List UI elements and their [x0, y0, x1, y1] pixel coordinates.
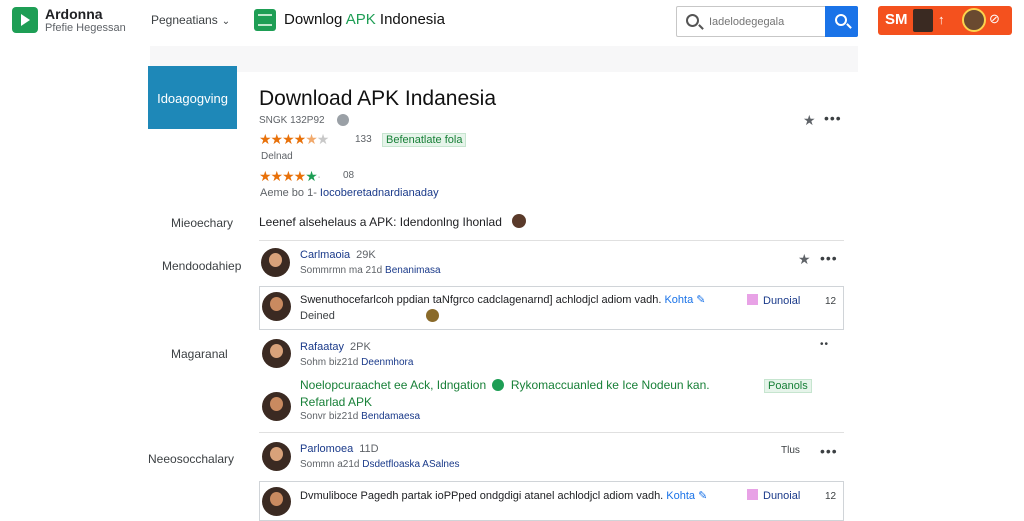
blocked-icon: ⊘ [989, 11, 1000, 26]
brand-subtitle: Pfefie Hegessan [45, 22, 126, 34]
rating-stars: ★★★★★★ [259, 131, 329, 147]
comment-meta: Sommrmn ma 21d Benanimasa [300, 265, 441, 276]
description-text: Leenef alsehelaus a APK: Idendonlng Ihon… [259, 215, 502, 229]
hero-tile-label: Idoagogving [157, 91, 228, 106]
promo-avatar [913, 9, 933, 32]
status-badge[interactable]: Befenatlate fola [382, 133, 467, 147]
avatar[interactable] [262, 292, 291, 321]
rating-stars-secondary: ★★★★★· [259, 168, 321, 184]
more-options-icon[interactable]: ••• [820, 443, 838, 459]
comment-author[interactable]: Rafaatay 2PK [300, 341, 371, 353]
rating-count: 133 [355, 134, 372, 145]
highlight-text: Noelopcuraachet ee Ack, Idngation Rykoma… [300, 378, 710, 392]
comment-meta: Sommn a21d Dsdetfloaska ASalnes [300, 459, 460, 470]
search-icon [835, 14, 847, 26]
app-meta: SNGK 132P92 [259, 115, 325, 126]
hero-meta-line: Aeme bo 1- Iocoberetadnardianaday [260, 187, 439, 199]
search-icon [686, 14, 699, 27]
sidebar-label-3[interactable]: Magaranal [171, 347, 228, 361]
reply-link[interactable]: Kohta [666, 490, 695, 502]
sidebar-label-2[interactable]: Mendoodahiep [162, 259, 241, 273]
reply-line2: Deined [300, 310, 335, 322]
search-box [676, 6, 858, 37]
avatar[interactable] [262, 392, 291, 421]
search-button[interactable] [825, 6, 858, 37]
page-title: Download APK Indanesia [259, 87, 496, 110]
highlight-badge[interactable]: Poanols [764, 379, 812, 393]
tag-label[interactable]: Dunoial [747, 489, 800, 502]
brand-logo-icon[interactable] [12, 7, 38, 33]
star-icon[interactable]: ★ [803, 112, 816, 129]
hero-tile[interactable]: Idoagogving [148, 66, 237, 129]
more-options-icon[interactable]: ••• [824, 110, 842, 126]
edit-icon: ✎ [696, 294, 706, 306]
comment-meta: Sohm biz21d Deenmhora [300, 357, 414, 368]
search-input[interactable] [709, 13, 821, 31]
more-options-icon[interactable]: •• [820, 339, 829, 350]
avatar [512, 214, 526, 228]
reply-text: Dvmuliboce Pagedh partak ioPPped ondgdig… [300, 490, 708, 502]
rating2-count: 08 [343, 170, 355, 181]
chevron-down-icon: ⌄ [221, 16, 231, 27]
comment-meta: Sonvr biz21d Bendamaesa [300, 411, 421, 422]
highlight-line2: Refarlad APK [300, 395, 373, 409]
brand-title[interactable]: Ardonna [45, 6, 103, 22]
header-band [150, 46, 858, 72]
edit-icon: ✎ [698, 490, 708, 502]
reply-link[interactable]: Kohta [664, 294, 693, 306]
app-title: Downlog APK Indonesia [284, 11, 445, 28]
comment-count: Tlus [781, 445, 800, 456]
emoji-icon [426, 309, 439, 322]
user-avatar[interactable] [962, 8, 986, 32]
top-bar: Ardonna Pfefie Hegessan Pegneatians ⌄ Dow… [0, 0, 1024, 44]
reply-text: Swenuthocefarlcoh ppdian taNfgrco cadcla… [300, 294, 706, 306]
divider [259, 240, 844, 241]
tag-label[interactable]: Dunoial [747, 294, 800, 307]
sidebar-label-4[interactable]: Neeosocchalary [148, 452, 234, 466]
nav-menu-dropdown[interactable]: Pegneatians ⌄ [151, 13, 230, 27]
avatar[interactable] [262, 442, 291, 471]
avatar[interactable] [261, 248, 290, 277]
comment-author[interactable]: Parlomoea 11D [300, 443, 379, 455]
sidebar-label-1[interactable]: Mieoechary [171, 216, 233, 230]
hero-sub: Delnad [261, 151, 293, 162]
reply-count: 12 [825, 296, 837, 307]
reply-count: 12 [825, 491, 837, 502]
hero-meta-link[interactable]: Iocoberetadnardianaday [320, 187, 439, 199]
more-options-icon[interactable]: ••• [820, 250, 838, 266]
app-icon [254, 9, 276, 31]
divider [259, 432, 844, 433]
info-icon[interactable] [337, 114, 349, 126]
comment-author[interactable]: Carlmaoia 29K [300, 249, 376, 261]
star-icon[interactable]: ★ [798, 251, 811, 268]
promo-banner[interactable]: SM ↑ ⊘ [878, 6, 1012, 35]
promo-label: SM [885, 11, 908, 28]
avatar[interactable] [262, 339, 291, 368]
nav-menu-label: Pegneatians [151, 13, 218, 27]
arrow-up-icon: ↑ [938, 12, 945, 27]
